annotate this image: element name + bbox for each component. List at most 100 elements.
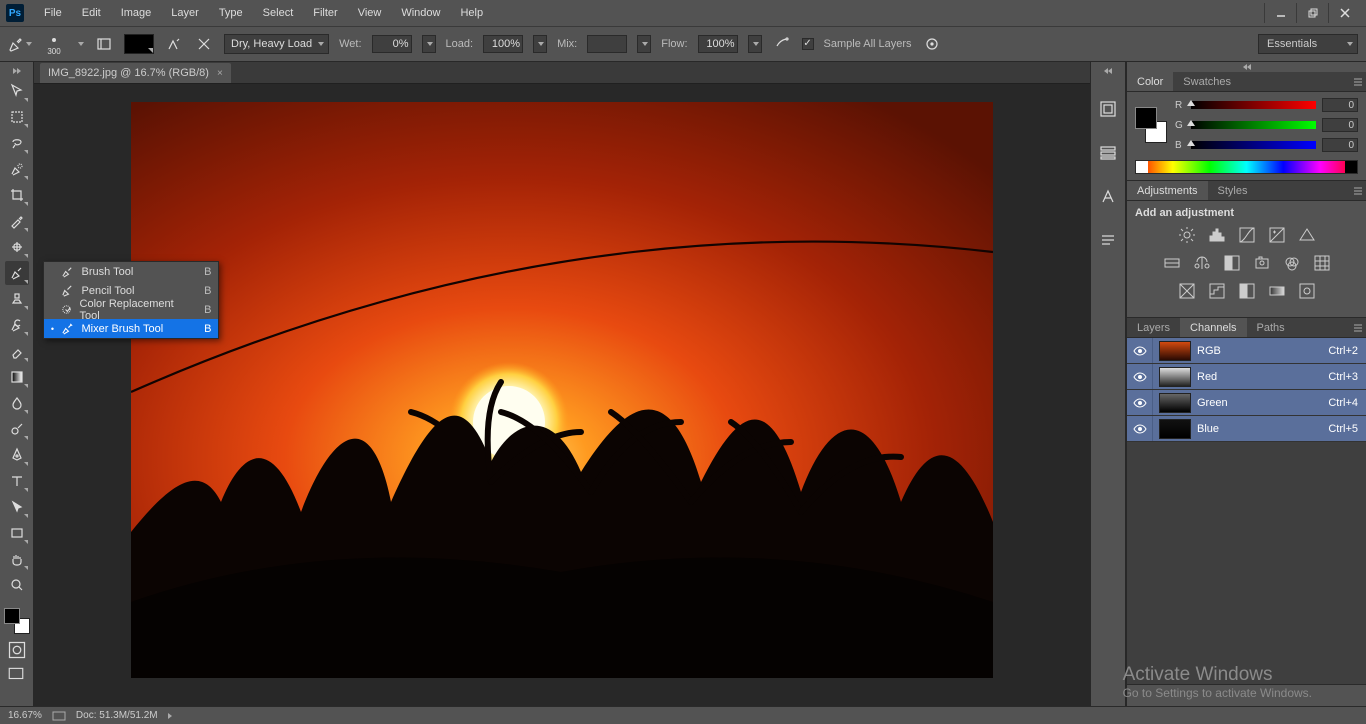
marquee-tool[interactable] — [5, 105, 29, 129]
menu-view[interactable]: View — [348, 3, 392, 23]
color-panel-menu[interactable] — [1350, 72, 1366, 91]
adjustments-panel-menu[interactable] — [1350, 181, 1366, 200]
flyout-brush-tool[interactable]: Brush ToolB — [44, 262, 218, 281]
layers-tab[interactable]: Layers — [1127, 318, 1180, 337]
visibility-eye-icon[interactable] — [1127, 416, 1153, 441]
wet-dropdown[interactable] — [422, 35, 436, 53]
window-minimize-button[interactable] — [1264, 3, 1296, 23]
visibility-eye-icon[interactable] — [1127, 338, 1153, 363]
current-color-swatch[interactable] — [124, 34, 154, 54]
doc-size[interactable]: Doc: 51.3M/51.2M — [76, 710, 158, 721]
healing-tool[interactable] — [5, 235, 29, 259]
b-value[interactable]: 0 — [1322, 138, 1358, 152]
workspace-switcher[interactable]: Essentials — [1258, 34, 1358, 54]
brush-preset-dropdown[interactable]: Dry, Heavy Load — [224, 34, 329, 54]
toolbar-collapse[interactable] — [0, 66, 33, 76]
zoom-level[interactable]: 16.67% — [8, 710, 42, 721]
swatches-tab[interactable]: Swatches — [1173, 72, 1241, 91]
dock-collapse[interactable] — [1091, 66, 1125, 76]
current-tool-icon[interactable] — [8, 32, 32, 56]
dodge-tool[interactable] — [5, 417, 29, 441]
history-panel-icon[interactable] — [1097, 98, 1119, 120]
curves-icon[interactable] — [1237, 225, 1257, 245]
canvas[interactable] — [34, 84, 1090, 706]
crop-tool[interactable] — [5, 183, 29, 207]
threshold-icon[interactable] — [1237, 281, 1257, 301]
gradient-tool[interactable] — [5, 365, 29, 389]
menu-filter[interactable]: Filter — [303, 3, 347, 23]
gradient-map-icon[interactable] — [1267, 281, 1287, 301]
menu-image[interactable]: Image — [111, 3, 162, 23]
menu-edit[interactable]: Edit — [72, 3, 111, 23]
color-balance-icon[interactable] — [1192, 253, 1212, 273]
paths-tab[interactable]: Paths — [1247, 318, 1295, 337]
shape-tool[interactable] — [5, 521, 29, 545]
wet-input[interactable]: 0% — [372, 35, 412, 53]
lasso-tool[interactable] — [5, 131, 29, 155]
blur-tool[interactable] — [5, 391, 29, 415]
posterize-icon[interactable] — [1207, 281, 1227, 301]
screen-mode-icon[interactable] — [7, 664, 27, 684]
window-close-button[interactable] — [1328, 3, 1360, 23]
channels-panel-menu[interactable] — [1350, 318, 1366, 337]
flyout-color-replacement-tool[interactable]: Color Replacement ToolB — [44, 300, 218, 319]
flyout-mixer-brush-tool[interactable]: •Mixer Brush ToolB — [44, 319, 218, 338]
pen-tool[interactable] — [5, 443, 29, 467]
load-brush-icon[interactable] — [164, 34, 184, 54]
tablet-pressure-icon[interactable] — [922, 34, 942, 54]
properties-panel-icon[interactable] — [1097, 142, 1119, 164]
clone-stamp-tool[interactable] — [5, 287, 29, 311]
menu-file[interactable]: File — [34, 3, 72, 23]
bw-icon[interactable] — [1222, 253, 1242, 273]
mix-dropdown[interactable] — [637, 35, 651, 53]
mix-input[interactable] — [587, 35, 627, 53]
flow-input[interactable]: 100% — [698, 35, 738, 53]
document-tab[interactable]: IMG_8922.jpg @ 16.7% (RGB/8) × — [40, 63, 231, 83]
move-tool[interactable] — [5, 79, 29, 103]
visibility-eye-icon[interactable] — [1127, 364, 1153, 389]
menu-select[interactable]: Select — [253, 3, 304, 23]
path-select-tool[interactable] — [5, 495, 29, 519]
color-tab[interactable]: Color — [1127, 72, 1173, 91]
eyedropper-tool[interactable] — [5, 209, 29, 233]
channel-row-blue[interactable]: Blue Ctrl+5 — [1127, 416, 1366, 442]
visibility-eye-icon[interactable] — [1127, 390, 1153, 415]
menu-window[interactable]: Window — [391, 3, 450, 23]
brush-tool[interactable]: Brush ToolB Pencil ToolB Color Replaceme… — [5, 261, 29, 285]
photo-filter-icon[interactable] — [1252, 253, 1272, 273]
hue-icon[interactable] — [1162, 253, 1182, 273]
flow-dropdown[interactable] — [748, 35, 762, 53]
adjustments-tab[interactable]: Adjustments — [1127, 181, 1208, 200]
sample-all-layers-checkbox[interactable]: ✓ — [802, 38, 814, 50]
hand-tool[interactable] — [5, 547, 29, 571]
quick-select-tool[interactable] — [5, 157, 29, 181]
channel-row-rgb[interactable]: RGB Ctrl+2 — [1127, 338, 1366, 364]
history-brush-tool[interactable] — [5, 313, 29, 337]
airbrush-icon[interactable] — [772, 34, 792, 54]
channel-row-green[interactable]: Green Ctrl+4 — [1127, 390, 1366, 416]
styles-tab[interactable]: Styles — [1208, 181, 1258, 200]
color-lookup-icon[interactable] — [1312, 253, 1332, 273]
panels-collapse[interactable] — [1127, 62, 1366, 72]
vibrance-icon[interactable] — [1297, 225, 1317, 245]
type-tool[interactable] — [5, 469, 29, 493]
color-fgbg-swatch[interactable] — [1135, 107, 1167, 143]
selective-color-icon[interactable] — [1297, 281, 1317, 301]
exposure-icon[interactable] — [1267, 225, 1287, 245]
menu-help[interactable]: Help — [450, 3, 493, 23]
brush-panel-toggle[interactable] — [94, 34, 114, 54]
menu-layer[interactable]: Layer — [161, 3, 209, 23]
clean-brush-icon[interactable] — [194, 34, 214, 54]
close-tab-icon[interactable]: × — [217, 68, 223, 79]
channel-row-red[interactable]: Red Ctrl+3 — [1127, 364, 1366, 390]
zoom-tool[interactable] — [5, 573, 29, 597]
brush-size-dropdown[interactable] — [78, 42, 84, 46]
quick-mask-icon[interactable] — [7, 640, 27, 660]
status-more-icon[interactable] — [168, 713, 172, 719]
invert-icon[interactable] — [1177, 281, 1197, 301]
channels-tab[interactable]: Channels — [1180, 318, 1246, 337]
levels-icon[interactable] — [1207, 225, 1227, 245]
window-restore-button[interactable] — [1296, 3, 1328, 23]
eraser-tool[interactable] — [5, 339, 29, 363]
r-value[interactable]: 0 — [1322, 98, 1358, 112]
